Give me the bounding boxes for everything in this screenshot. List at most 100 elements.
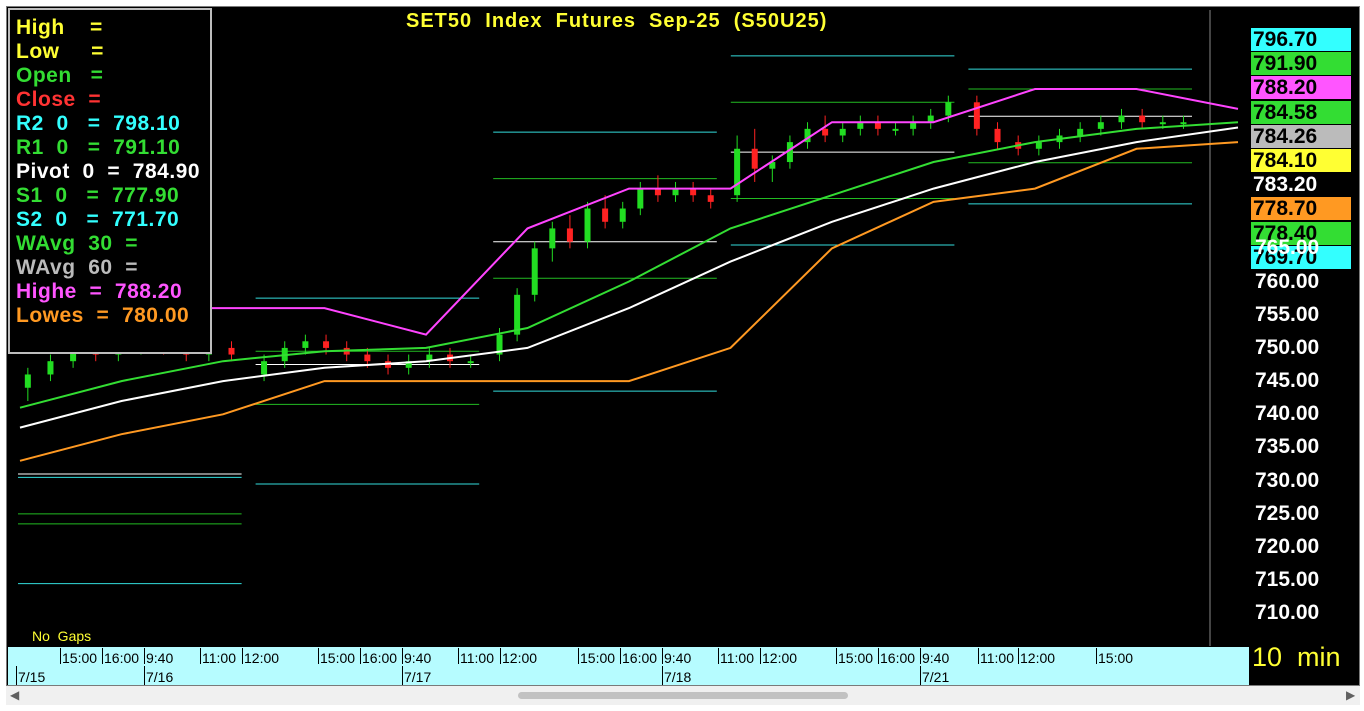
time-tick-label: 12:00 — [244, 650, 280, 666]
date-tick-label: 7/18 — [664, 669, 692, 685]
price-tag: 784.58 — [1251, 100, 1351, 124]
candle-body — [1035, 142, 1042, 149]
price-tag: 791.90 — [1251, 52, 1351, 76]
time-tick-label: 11:00 — [460, 650, 494, 666]
time-tick-mark — [458, 648, 459, 664]
info-low: Low = — [16, 40, 104, 63]
time-tick-mark — [242, 648, 243, 664]
candle-body — [47, 361, 54, 375]
time-tick-mark — [60, 648, 61, 664]
price-tick-label: 765.00 — [1255, 236, 1320, 260]
price-tick-label: 740.00 — [1255, 402, 1320, 426]
time-tick-label: 15:00 — [580, 650, 616, 666]
candle-body — [707, 195, 714, 202]
candle-body — [910, 122, 917, 129]
time-tick-label: 15:00 — [1098, 650, 1134, 666]
info-s1: S1 0 = 777.90 — [16, 184, 180, 207]
candle-body — [874, 122, 881, 129]
candle-body — [24, 374, 31, 388]
candle-body — [1139, 115, 1146, 123]
info-s2: S2 0 = 771.70 — [16, 208, 180, 231]
candle-body — [857, 122, 864, 129]
time-tick-label: 9:40 — [146, 650, 174, 666]
price-tick-label: 730.00 — [1255, 468, 1320, 492]
candle-body — [323, 341, 330, 348]
info-close: Close = — [16, 88, 102, 111]
info-highe: Highe = 788.20 — [16, 280, 183, 303]
date-tick-mark — [16, 666, 17, 685]
candle-body — [822, 128, 829, 136]
time-tick-mark — [978, 648, 979, 664]
time-tick-label: 15:00 — [62, 650, 98, 666]
price-tag: 796.70 — [1251, 28, 1351, 51]
time-tick-mark — [878, 648, 879, 664]
price-tick-label: 720.00 — [1255, 535, 1320, 559]
date-tick-mark — [662, 666, 663, 685]
time-tick-mark — [718, 648, 719, 664]
date-tick-mark — [920, 666, 921, 685]
price-tag: 778.70 — [1251, 197, 1351, 221]
time-tick-label: 16:00 — [622, 650, 658, 666]
time-tick-mark — [620, 648, 621, 664]
date-tick-label: 7/15 — [18, 669, 46, 685]
info-pivot: Pivot 0 = 784.90 — [16, 160, 201, 183]
time-tick-mark — [920, 648, 921, 664]
interval-label: 10 min — [1252, 642, 1341, 672]
info-box: High = Low = Open = Close = R2 0 = 798.1… — [8, 8, 212, 354]
scroll-left-icon[interactable]: ◀ — [10, 688, 19, 702]
candle-body — [1159, 122, 1166, 125]
time-tick-label: 9:40 — [404, 650, 432, 666]
candle-body — [467, 361, 474, 364]
date-tick-label: 7/21 — [922, 669, 950, 685]
time-tick-label: 12:00 — [762, 650, 798, 666]
price-tick-label: 755.00 — [1255, 302, 1320, 326]
info-r2: R2 0 = 798.10 — [16, 112, 181, 135]
candle-body — [839, 128, 846, 136]
candle-body — [1180, 122, 1187, 125]
time-tick-mark — [500, 648, 501, 664]
info-open: Open = — [16, 64, 104, 87]
time-tick-mark — [760, 648, 761, 664]
candle-body — [945, 102, 952, 116]
candle-body — [549, 228, 556, 249]
candle-body — [228, 347, 235, 355]
time-tick-label: 9:40 — [922, 650, 950, 666]
time-tick-label: 11:00 — [980, 650, 1014, 666]
date-tick-mark — [144, 666, 145, 685]
price-tick-label: 750.00 — [1255, 335, 1320, 359]
info-wavg60: WAvg 60 = — [16, 256, 139, 279]
chart-title: SET50 Index Futures Sep-25 (S50U25) — [406, 10, 828, 32]
candle-body — [261, 361, 268, 375]
price-tag: 784.26 — [1251, 124, 1351, 148]
candle-body — [1097, 122, 1104, 129]
no-gaps-label: No Gaps — [32, 628, 92, 644]
time-tick-mark — [200, 648, 201, 664]
candle-body — [619, 208, 626, 222]
candle-body — [1118, 115, 1125, 123]
candle-body — [602, 208, 609, 222]
price-tag: 784.10 — [1251, 149, 1351, 172]
scroll-right-icon[interactable]: ▶ — [1346, 688, 1355, 702]
date-tick-label: 7/17 — [404, 669, 432, 685]
candle-body — [531, 248, 538, 295]
price-tag: 783.20 — [1251, 173, 1351, 197]
time-tick-label: 12:00 — [1020, 650, 1056, 666]
price-tick-label: 725.00 — [1255, 501, 1320, 525]
time-tick-mark — [402, 648, 403, 664]
candle-body — [302, 341, 309, 348]
time-tick-mark — [1096, 648, 1097, 664]
candle-body — [1077, 128, 1084, 136]
time-tick-mark — [102, 648, 103, 664]
candle-body — [751, 148, 758, 169]
info-r1: R1 0 = 791.10 — [16, 136, 181, 159]
date-tick-mark — [402, 666, 403, 685]
candle-body — [364, 354, 371, 362]
info-wavg30: WAvg 30 = — [16, 232, 139, 255]
price-tick-label: 745.00 — [1255, 369, 1320, 393]
scrollbar-thumb[interactable] — [518, 692, 848, 699]
time-tick-mark — [318, 648, 319, 664]
time-tick-mark — [360, 648, 361, 664]
time-tick-label: 16:00 — [104, 650, 140, 666]
price-tick-label: 715.00 — [1255, 568, 1320, 592]
candle-body — [734, 148, 741, 196]
